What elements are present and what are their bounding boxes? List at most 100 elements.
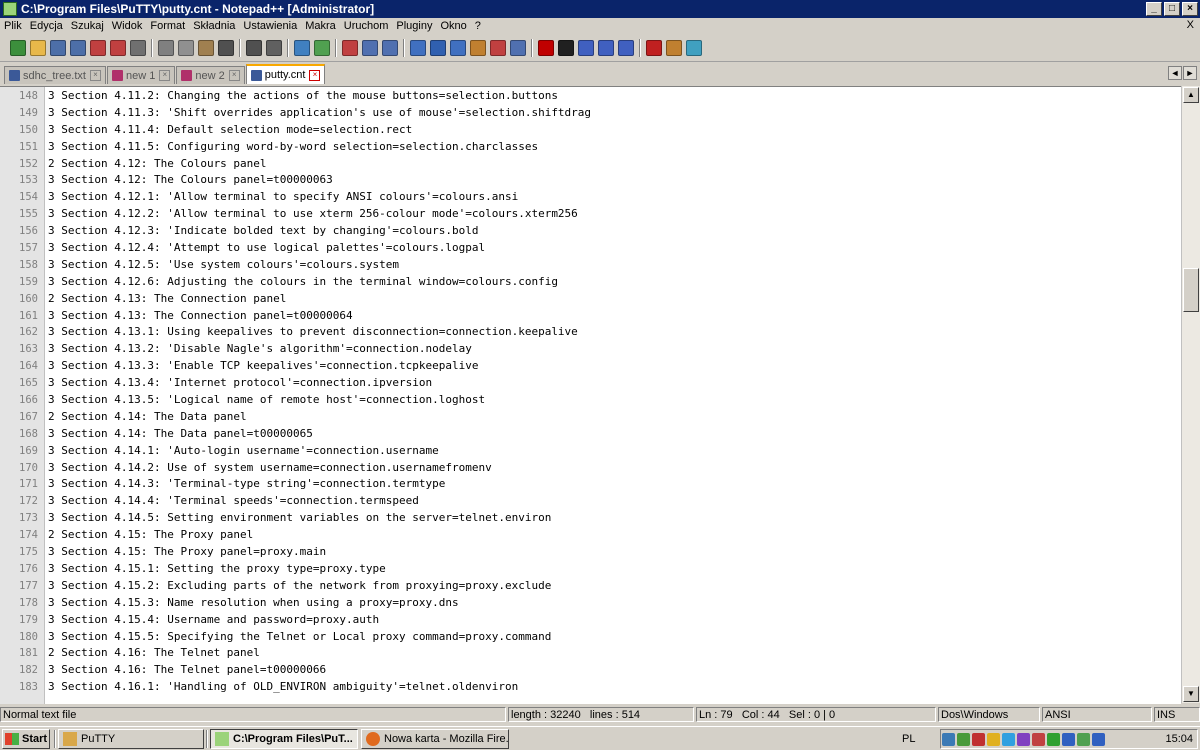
sync-horizontal-icon[interactable]	[382, 39, 398, 56]
find-icon[interactable]	[266, 39, 282, 56]
menu-format[interactable]: Format	[146, 20, 189, 32]
menu-help[interactable]: ?	[471, 20, 485, 32]
scroll-up-arrow-icon[interactable]: ▲	[1183, 87, 1199, 103]
editor-line[interactable]: 177 3 Section 4.15.2: Excluding parts of …	[0, 578, 1181, 595]
security-icon[interactable]	[1047, 732, 1060, 746]
menu-plik[interactable]: Plik	[0, 20, 26, 32]
editor-line[interactable]: 165 3 Section 4.13.4: 'Internet protocol'…	[0, 375, 1181, 392]
editor-line[interactable]: 178 3 Section 4.15.3: Name resolution whe…	[0, 595, 1181, 612]
print-icon[interactable]	[130, 39, 146, 56]
word-wrap-icon[interactable]	[410, 39, 426, 56]
editor-line[interactable]: 159 3 Section 4.12.6: Adjusting the colou…	[0, 274, 1181, 291]
usb-icon[interactable]	[1077, 732, 1090, 746]
paste-icon[interactable]	[198, 39, 214, 56]
editor-line[interactable]: 162 3 Section 4.13.1: Using keepalives to…	[0, 324, 1181, 341]
tab-scroll-right-button[interactable]: ►	[1183, 66, 1197, 80]
language-indicator[interactable]: PL	[902, 733, 915, 745]
editor-line[interactable]: 181 2 Section 4.16: The Telnet panel	[0, 645, 1181, 662]
editor-line[interactable]: 176 3 Section 4.15.1: Setting the proxy t…	[0, 561, 1181, 578]
editor-line[interactable]: 174 2 Section 4.15: The Proxy panel	[0, 527, 1181, 544]
tab-close-icon[interactable]: ×	[228, 70, 240, 81]
tab-close-icon[interactable]: ×	[89, 70, 101, 81]
vertical-scrollbar[interactable]: ▲ ▼	[1181, 86, 1200, 703]
save-macro-icon[interactable]	[618, 39, 634, 56]
menu-pluginy[interactable]: Pluginy	[392, 20, 436, 32]
indent-guide-icon[interactable]	[450, 39, 466, 56]
tab-sdhc-tree-txt[interactable]: sdhc_tree.txt ×	[4, 66, 106, 84]
editor-line[interactable]: 149 3 Section 4.11.3: 'Shift overrides ap…	[0, 105, 1181, 122]
taskbar-notepadpp[interactable]: C:\Program Files\PuT...	[210, 729, 358, 749]
maximize-button[interactable]: □	[1164, 2, 1180, 16]
messenger-icon[interactable]	[987, 732, 1000, 746]
play-macro-icon[interactable]	[578, 39, 594, 56]
start-button[interactable]: Start	[2, 729, 50, 749]
tab-new-2[interactable]: new 2 ×	[176, 66, 245, 84]
editor-line[interactable]: 163 3 Section 4.13.2: 'Disable Nagle's al…	[0, 341, 1181, 358]
function-list-icon[interactable]	[510, 39, 526, 56]
bluetooth-icon[interactable]	[1062, 732, 1075, 746]
network-icon[interactable]	[942, 732, 955, 746]
zoom-out-icon[interactable]	[342, 39, 358, 56]
editor-line[interactable]: 156 3 Section 4.12.3: 'Indicate bolded te…	[0, 223, 1181, 240]
update-icon[interactable]	[1002, 732, 1015, 746]
editor-line[interactable]: 168 3 Section 4.14: The Data panel=t00000…	[0, 426, 1181, 443]
sync-vertical-icon[interactable]	[362, 39, 378, 56]
redo-icon[interactable]	[246, 39, 262, 56]
menu-uruchom[interactable]: Uruchom	[340, 20, 393, 32]
taskbar-putty[interactable]: PuTTY	[58, 729, 204, 749]
display-icon[interactable]	[1032, 732, 1045, 746]
zoom-in-icon[interactable]	[314, 39, 330, 56]
editor-line[interactable]: 179 3 Section 4.15.4: Username and passwo…	[0, 612, 1181, 629]
spellcheck-auto-icon[interactable]	[666, 39, 682, 56]
spellcheck-options-icon[interactable]	[686, 39, 702, 56]
editor-line[interactable]: 183 3 Section 4.16.1: 'Handling of OLD_EN…	[0, 679, 1181, 696]
editor-line[interactable]: 150 3 Section 4.11.4: Default selection m…	[0, 122, 1181, 139]
record-macro-icon[interactable]	[538, 39, 554, 56]
editor-line[interactable]: 155 3 Section 4.12.2: 'Allow terminal to …	[0, 206, 1181, 223]
editor-line[interactable]: 173 3 Section 4.14.5: Setting environment…	[0, 510, 1181, 527]
editor-line[interactable]: 152 2 Section 4.12: The Colours panel	[0, 156, 1181, 173]
editor-line[interactable]: 161 3 Section 4.13: The Connection panel=…	[0, 308, 1181, 325]
menu-szukaj[interactable]: Szukaj	[67, 20, 108, 32]
copy-icon[interactable]	[178, 39, 194, 56]
editor-line[interactable]: 151 3 Section 4.11.5: Configuring word-by…	[0, 139, 1181, 156]
save-all-icon[interactable]	[70, 39, 86, 56]
editor-line[interactable]: 157 3 Section 4.12.4: 'Attempt to use log…	[0, 240, 1181, 257]
editor-line[interactable]: 160 2 Section 4.13: The Connection panel	[0, 291, 1181, 308]
menu-widok[interactable]: Widok	[108, 20, 147, 32]
editor-line[interactable]: 153 3 Section 4.12: The Colours panel=t00…	[0, 172, 1181, 189]
tab-close-icon[interactable]: ×	[309, 69, 321, 81]
editor-line[interactable]: 158 3 Section 4.12.5: 'Use system colours…	[0, 257, 1181, 274]
text-editor[interactable]: 148 3 Section 4.11.2: Changing the action…	[0, 86, 1181, 704]
notepadpp-app-icon[interactable]	[3, 2, 17, 16]
scroll-thumb[interactable]	[1183, 268, 1199, 312]
menu-skladnia[interactable]: Składnia	[189, 20, 239, 32]
clock[interactable]: 15:04	[1165, 733, 1197, 745]
spellcheck-icon[interactable]	[646, 39, 662, 56]
editor-line[interactable]: 154 3 Section 4.12.1: 'Allow terminal to …	[0, 189, 1181, 206]
editor-line[interactable]: 171 3 Section 4.14.3: 'Terminal-type stri…	[0, 476, 1181, 493]
new-file-icon[interactable]	[10, 39, 26, 56]
menu-okno[interactable]: Okno	[436, 20, 470, 32]
tab-scroll-left-button[interactable]: ◄	[1168, 66, 1182, 80]
user-lang-icon[interactable]	[470, 39, 486, 56]
minimize-button[interactable]: _	[1146, 2, 1162, 16]
antivirus-icon[interactable]	[972, 732, 985, 746]
replace-icon[interactable]	[294, 39, 310, 56]
tab-putty-cnt[interactable]: putty.cnt ×	[245, 64, 326, 84]
editor-line[interactable]: 169 3 Section 4.14.1: 'Auto-login usernam…	[0, 443, 1181, 460]
editor-line[interactable]: 172 3 Section 4.14.4: 'Terminal speeds'=c…	[0, 493, 1181, 510]
tab-close-icon[interactable]: ×	[159, 70, 171, 81]
save-icon[interactable]	[50, 39, 66, 56]
close-document-button[interactable]: X	[1187, 19, 1194, 31]
menu-makra[interactable]: Makra	[301, 20, 340, 32]
stop-macro-icon[interactable]	[558, 39, 574, 56]
volume-icon[interactable]	[957, 732, 970, 746]
editor-line[interactable]: 170 3 Section 4.14.2: Use of system usern…	[0, 460, 1181, 477]
doc-map-icon[interactable]	[490, 39, 506, 56]
editor-line[interactable]: 175 3 Section 4.15: The Proxy panel=proxy…	[0, 544, 1181, 561]
close-button[interactable]: ×	[1182, 2, 1198, 16]
scroll-down-arrow-icon[interactable]: ▼	[1183, 686, 1199, 702]
tab-new-1[interactable]: new 1 ×	[106, 66, 176, 84]
editor-line[interactable]: 182 3 Section 4.16: The Telnet panel=t000…	[0, 662, 1181, 679]
